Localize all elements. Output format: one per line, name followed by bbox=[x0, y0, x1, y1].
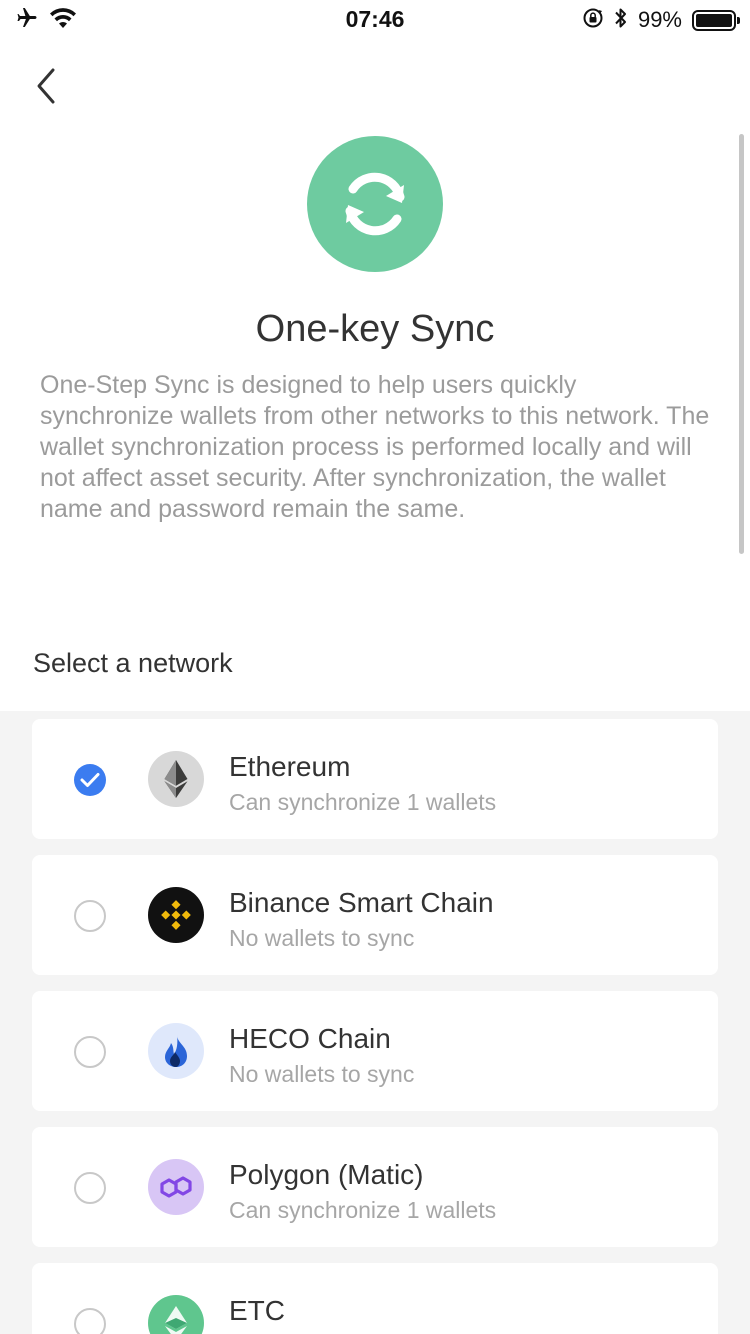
status-bar: 07:46 99% bbox=[0, 0, 750, 40]
chevron-left-icon bbox=[37, 68, 55, 104]
network-item-heco-chain[interactable]: HECO Chain No wallets to sync bbox=[32, 991, 718, 1111]
network-sync-status: No wallets to sync bbox=[229, 925, 415, 951]
sync-icon bbox=[345, 172, 405, 236]
page-description: One-Step Sync is designed to help users … bbox=[40, 371, 710, 523]
heco-icon bbox=[148, 1023, 204, 1079]
battery-cap bbox=[737, 16, 740, 24]
network-name: Ethereum bbox=[229, 751, 351, 782]
one-key-sync-screen: 07:46 99% One-key Sync One-Step Sync is … bbox=[0, 0, 750, 1334]
network-name: HECO Chain bbox=[229, 1023, 391, 1054]
network-sync-status: Can synchronize 1 wallets bbox=[229, 1197, 497, 1223]
polygon-icon bbox=[148, 1159, 204, 1215]
orientation-lock-icon bbox=[582, 7, 604, 34]
network-radio-checked[interactable] bbox=[74, 764, 106, 796]
network-item-polygon[interactable]: Polygon (Matic) Can synchronize 1 wallet… bbox=[32, 1127, 718, 1247]
etc-icon bbox=[148, 1295, 204, 1334]
sync-logo bbox=[307, 136, 443, 272]
network-name: ETC bbox=[229, 1295, 285, 1326]
network-item-ethereum[interactable]: Ethereum Can synchronize 1 wallets bbox=[32, 719, 718, 839]
network-radio[interactable] bbox=[74, 1036, 106, 1068]
network-radio[interactable] bbox=[74, 900, 106, 932]
status-bar-right: 99% bbox=[582, 6, 740, 35]
ethereum-icon bbox=[148, 751, 204, 807]
battery-level bbox=[696, 13, 732, 27]
checkmark-icon bbox=[80, 773, 100, 787]
network-name: Binance Smart Chain bbox=[229, 887, 494, 918]
binance-icon bbox=[148, 887, 204, 943]
network-name: Polygon (Matic) bbox=[229, 1159, 424, 1190]
battery-percentage: 99% bbox=[637, 7, 682, 32]
network-item-etc[interactable]: ETC bbox=[32, 1263, 718, 1334]
select-network-label: Select a network bbox=[33, 648, 233, 678]
battery-icon bbox=[692, 9, 740, 31]
network-item-binance-smart-chain[interactable]: Binance Smart Chain No wallets to sync bbox=[32, 855, 718, 975]
back-button[interactable] bbox=[26, 62, 66, 110]
bluetooth-icon bbox=[614, 6, 628, 35]
network-list: Ethereum Can synchronize 1 wallets Binan… bbox=[0, 711, 750, 1334]
network-radio[interactable] bbox=[74, 1308, 106, 1334]
page-title: One-key Sync bbox=[255, 308, 495, 350]
network-sync-status: Can synchronize 1 wallets bbox=[229, 789, 497, 815]
network-sync-status: No wallets to sync bbox=[229, 1061, 415, 1087]
network-radio[interactable] bbox=[74, 1172, 106, 1204]
